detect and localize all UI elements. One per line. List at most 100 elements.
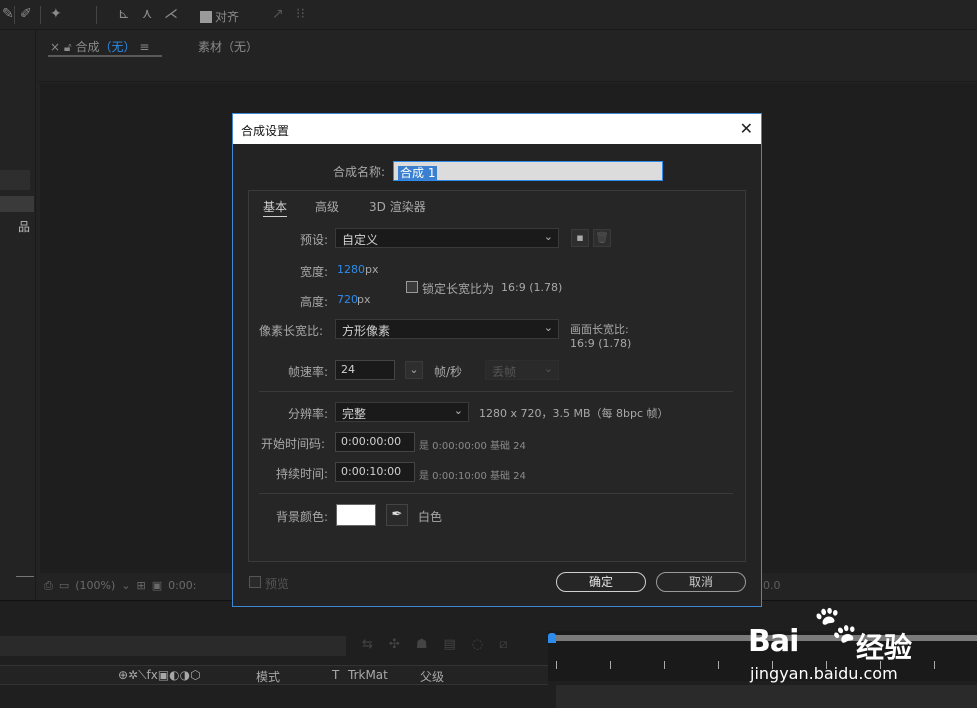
height-label: 高度: bbox=[300, 295, 329, 309]
pin-tool-icon[interactable]: ✦ bbox=[50, 6, 62, 22]
ok-button[interactable]: 确定 bbox=[556, 572, 646, 592]
align-toggle[interactable]: 对齐 bbox=[200, 8, 239, 25]
baidu-jingyan-watermark: Bai 🐾︎ 经验 jingyan.baidu.com bbox=[748, 598, 928, 688]
cancel-button[interactable]: 取消 bbox=[656, 572, 746, 592]
current-time[interactable]: 0:00: bbox=[168, 579, 196, 592]
snap-icon[interactable]: ↗ bbox=[272, 6, 284, 22]
tab-comp-label: 合成 bbox=[75, 40, 100, 54]
col-t: T bbox=[332, 668, 340, 682]
duration-input[interactable]: 0:00:10:00 bbox=[335, 462, 415, 482]
preset-select[interactable]: 自定义 ⌄ bbox=[335, 228, 559, 248]
chevron-down-icon: ⌄ bbox=[543, 362, 553, 375]
close-icon[interactable]: × bbox=[50, 40, 60, 54]
bgcolor-name: 白色 bbox=[418, 510, 443, 524]
frame-aspect-label: 画面长宽比: bbox=[570, 323, 629, 336]
bgcolor-swatch[interactable] bbox=[336, 504, 376, 526]
timeline-search[interactable] bbox=[0, 636, 346, 656]
toolbar-separator bbox=[96, 6, 97, 24]
pixel-aspect-value: 方形像素 bbox=[342, 324, 391, 338]
chevron-down-icon: ⌄ bbox=[543, 230, 553, 243]
height-unit: px bbox=[357, 293, 371, 306]
safe-area-icon[interactable]: ▣ bbox=[152, 579, 162, 592]
switches-icons: ⊕✲⟍fx▣◐◑⬡ bbox=[118, 668, 201, 682]
axis-view-icon[interactable]: ⋌ bbox=[164, 6, 178, 22]
zoom-dropdown[interactable]: (100%) bbox=[75, 579, 115, 592]
tab-menu-icon[interactable]: ≡ bbox=[139, 40, 149, 54]
comp-name-value: 合成 1 bbox=[398, 166, 438, 180]
panel-divider bbox=[16, 576, 34, 577]
comp-flowchart-icon[interactable]: ⇆ bbox=[362, 637, 373, 652]
ruler-tick bbox=[718, 661, 719, 669]
preset-label: 预设: bbox=[300, 233, 329, 247]
width-label: 宽度: bbox=[300, 265, 329, 279]
tab-basic[interactable]: 基本 bbox=[263, 198, 288, 217]
display-icon[interactable]: ▭ bbox=[59, 579, 69, 592]
puppet-tool-icon[interactable]: ✐ bbox=[20, 6, 32, 22]
start-timecode-value: 0:00:00:00 bbox=[341, 435, 402, 448]
snapshot-icon[interactable]: ⎙ bbox=[44, 579, 53, 593]
toolbar-separator bbox=[14, 6, 15, 24]
resolution-select[interactable]: 完整 ⌄ bbox=[335, 402, 469, 422]
tab-material[interactable]: 素材（无） bbox=[198, 38, 258, 55]
snap-options-icon[interactable]: ⁝⁝ bbox=[296, 6, 305, 22]
tab-material-label: 素材（无） bbox=[198, 40, 259, 54]
graph-editor-icon[interactable]: ⧄ bbox=[499, 637, 507, 652]
flowchart-icon[interactable]: 品 bbox=[18, 218, 30, 235]
layer-track-area[interactable] bbox=[556, 685, 977, 708]
align-checkbox[interactable] bbox=[200, 10, 212, 23]
duration-label: 持续时间: bbox=[276, 467, 329, 481]
framerate-input[interactable]: 24 bbox=[335, 360, 395, 380]
axis-local-icon[interactable]: ⊾ bbox=[118, 6, 130, 22]
eyedropper-icon[interactable]: ✒ bbox=[386, 504, 408, 526]
preset-value: 自定义 bbox=[342, 233, 379, 247]
grid-icon[interactable]: ⊞ bbox=[136, 579, 145, 592]
tab-3d-renderer[interactable]: 3D 渲染器 bbox=[369, 198, 426, 215]
pixel-aspect-label: 像素长宽比: bbox=[259, 324, 324, 338]
project-search-bar[interactable] bbox=[0, 170, 30, 190]
resolution-label: 分辨率: bbox=[288, 407, 329, 421]
timeline-switches: ⇆ ✣ ☗ ▤ ◌ ⧄ bbox=[362, 637, 507, 652]
top-toolbar: ✎ ✐ ✦ ⊾ ⋏ ⋌ 对齐 ↗ ⁝⁝ bbox=[0, 0, 977, 30]
draft3d-icon[interactable]: ✣ bbox=[389, 637, 400, 652]
save-preset-icon[interactable]: ▪ bbox=[571, 229, 589, 247]
framerate-unit: 帧/秒 bbox=[434, 365, 463, 379]
axis-world-icon[interactable]: ⋏ bbox=[142, 6, 152, 22]
start-timecode-input[interactable]: 0:00:00:00 bbox=[335, 432, 415, 452]
lock-icon[interactable]: 🔓︎ bbox=[64, 40, 72, 54]
close-icon[interactable]: ✕ bbox=[740, 119, 753, 138]
delete-preset-icon[interactable]: 🗑︎ bbox=[593, 229, 611, 247]
work-area-start-handle[interactable] bbox=[548, 633, 556, 643]
comp-tab-bar: × 🔓︎ 合成（无） ≡ 素材（无） bbox=[38, 30, 977, 82]
section-divider bbox=[259, 493, 733, 494]
active-tab-underline bbox=[48, 55, 162, 57]
width-value[interactable]: 1280 bbox=[337, 263, 365, 276]
preview-label: 预览 bbox=[265, 577, 290, 591]
tab-composition[interactable]: × 🔓︎ 合成（无） ≡ bbox=[50, 38, 149, 55]
baidu-paw-icon: 🐾︎ bbox=[810, 603, 861, 649]
framerate-value: 24 bbox=[341, 363, 355, 376]
settings-panel: 基本 高级 3D 渲染器 预设: 自定义 ⌄ ▪ 🗑︎ 宽度: 1280 px … bbox=[248, 190, 746, 562]
comp-name-input[interactable]: 合成 1 bbox=[393, 161, 663, 181]
height-value[interactable]: 720 bbox=[337, 293, 358, 306]
pen-tool-icon[interactable]: ✎ bbox=[2, 6, 14, 22]
width-unit: px bbox=[365, 263, 379, 276]
chevron-down-icon: ⌄ bbox=[453, 404, 463, 417]
pixel-aspect-select[interactable]: 方形像素 ⌄ bbox=[335, 319, 559, 339]
framerate-label: 帧速率: bbox=[288, 365, 329, 379]
duration-info: 是 0:00:10:00 基础 24 bbox=[419, 471, 526, 482]
shy-icon[interactable]: ☗ bbox=[416, 637, 428, 652]
ruler-tick bbox=[934, 661, 935, 669]
framerate-dropdown-icon[interactable]: ⌄ bbox=[405, 361, 423, 379]
watermark-brand: Bai bbox=[748, 624, 799, 659]
chevron-down-icon[interactable]: ⌄ bbox=[121, 579, 130, 592]
motion-blur-icon[interactable]: ◌ bbox=[472, 637, 483, 652]
frame-blend-icon[interactable]: ▤ bbox=[443, 637, 455, 652]
toolbar-separator bbox=[40, 6, 41, 24]
col-mode: 模式 bbox=[256, 670, 281, 684]
ruler-tick bbox=[610, 661, 611, 669]
lock-aspect-checkbox[interactable] bbox=[406, 281, 418, 293]
lock-aspect-value: 16:9 (1.78) bbox=[501, 281, 563, 294]
preview-checkbox[interactable] bbox=[249, 576, 261, 588]
tab-advanced[interactable]: 高级 bbox=[315, 198, 339, 215]
frame-aspect-value: 16:9 (1.78) bbox=[570, 337, 632, 350]
